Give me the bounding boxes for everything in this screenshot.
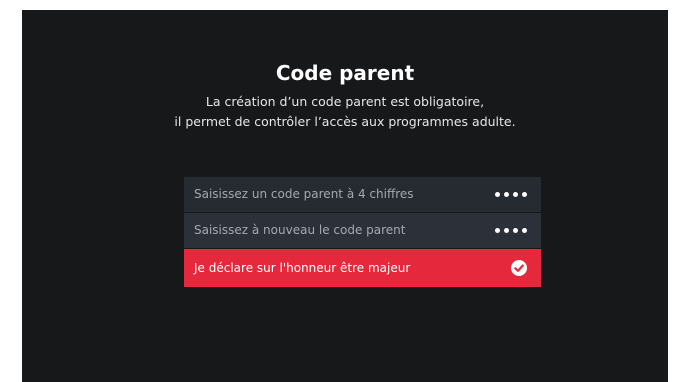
confirm-parent-code-field-label: Saisissez à nouveau le code parent xyxy=(194,223,406,237)
code-dot xyxy=(495,192,500,197)
masked-code-dots xyxy=(495,213,527,248)
age-declaration-label: Je déclare sur l'honneur être majeur xyxy=(194,261,411,275)
code-dot xyxy=(522,192,527,197)
page-title: Code parent xyxy=(275,61,415,85)
code-dot xyxy=(513,192,518,197)
confirm-parent-code-field[interactable]: Saisissez à nouveau le code parent xyxy=(184,213,541,248)
code-dot xyxy=(522,228,527,233)
masked-code-dots xyxy=(495,177,527,212)
code-dot xyxy=(504,192,509,197)
code-dot xyxy=(513,228,518,233)
parent-code-field-label: Saisissez un code parent à 4 chiffres xyxy=(194,187,414,201)
code-dot xyxy=(504,228,509,233)
description-line-1: La création d’un code parent est obligat… xyxy=(205,94,485,109)
check-circle-icon xyxy=(511,260,527,276)
age-declaration-checkbox[interactable]: Je déclare sur l'honneur être majeur xyxy=(184,249,541,287)
parent-code-screen: Code parent La création d’un code parent… xyxy=(22,10,668,382)
parent-code-field[interactable]: Saisissez un code parent à 4 chiffres xyxy=(184,177,541,212)
parent-code-form: Saisissez un code parent à 4 chiffres Sa… xyxy=(184,177,541,287)
description-line-2: il permet de contrôler l’accès aux progr… xyxy=(174,114,516,129)
code-dot xyxy=(495,228,500,233)
